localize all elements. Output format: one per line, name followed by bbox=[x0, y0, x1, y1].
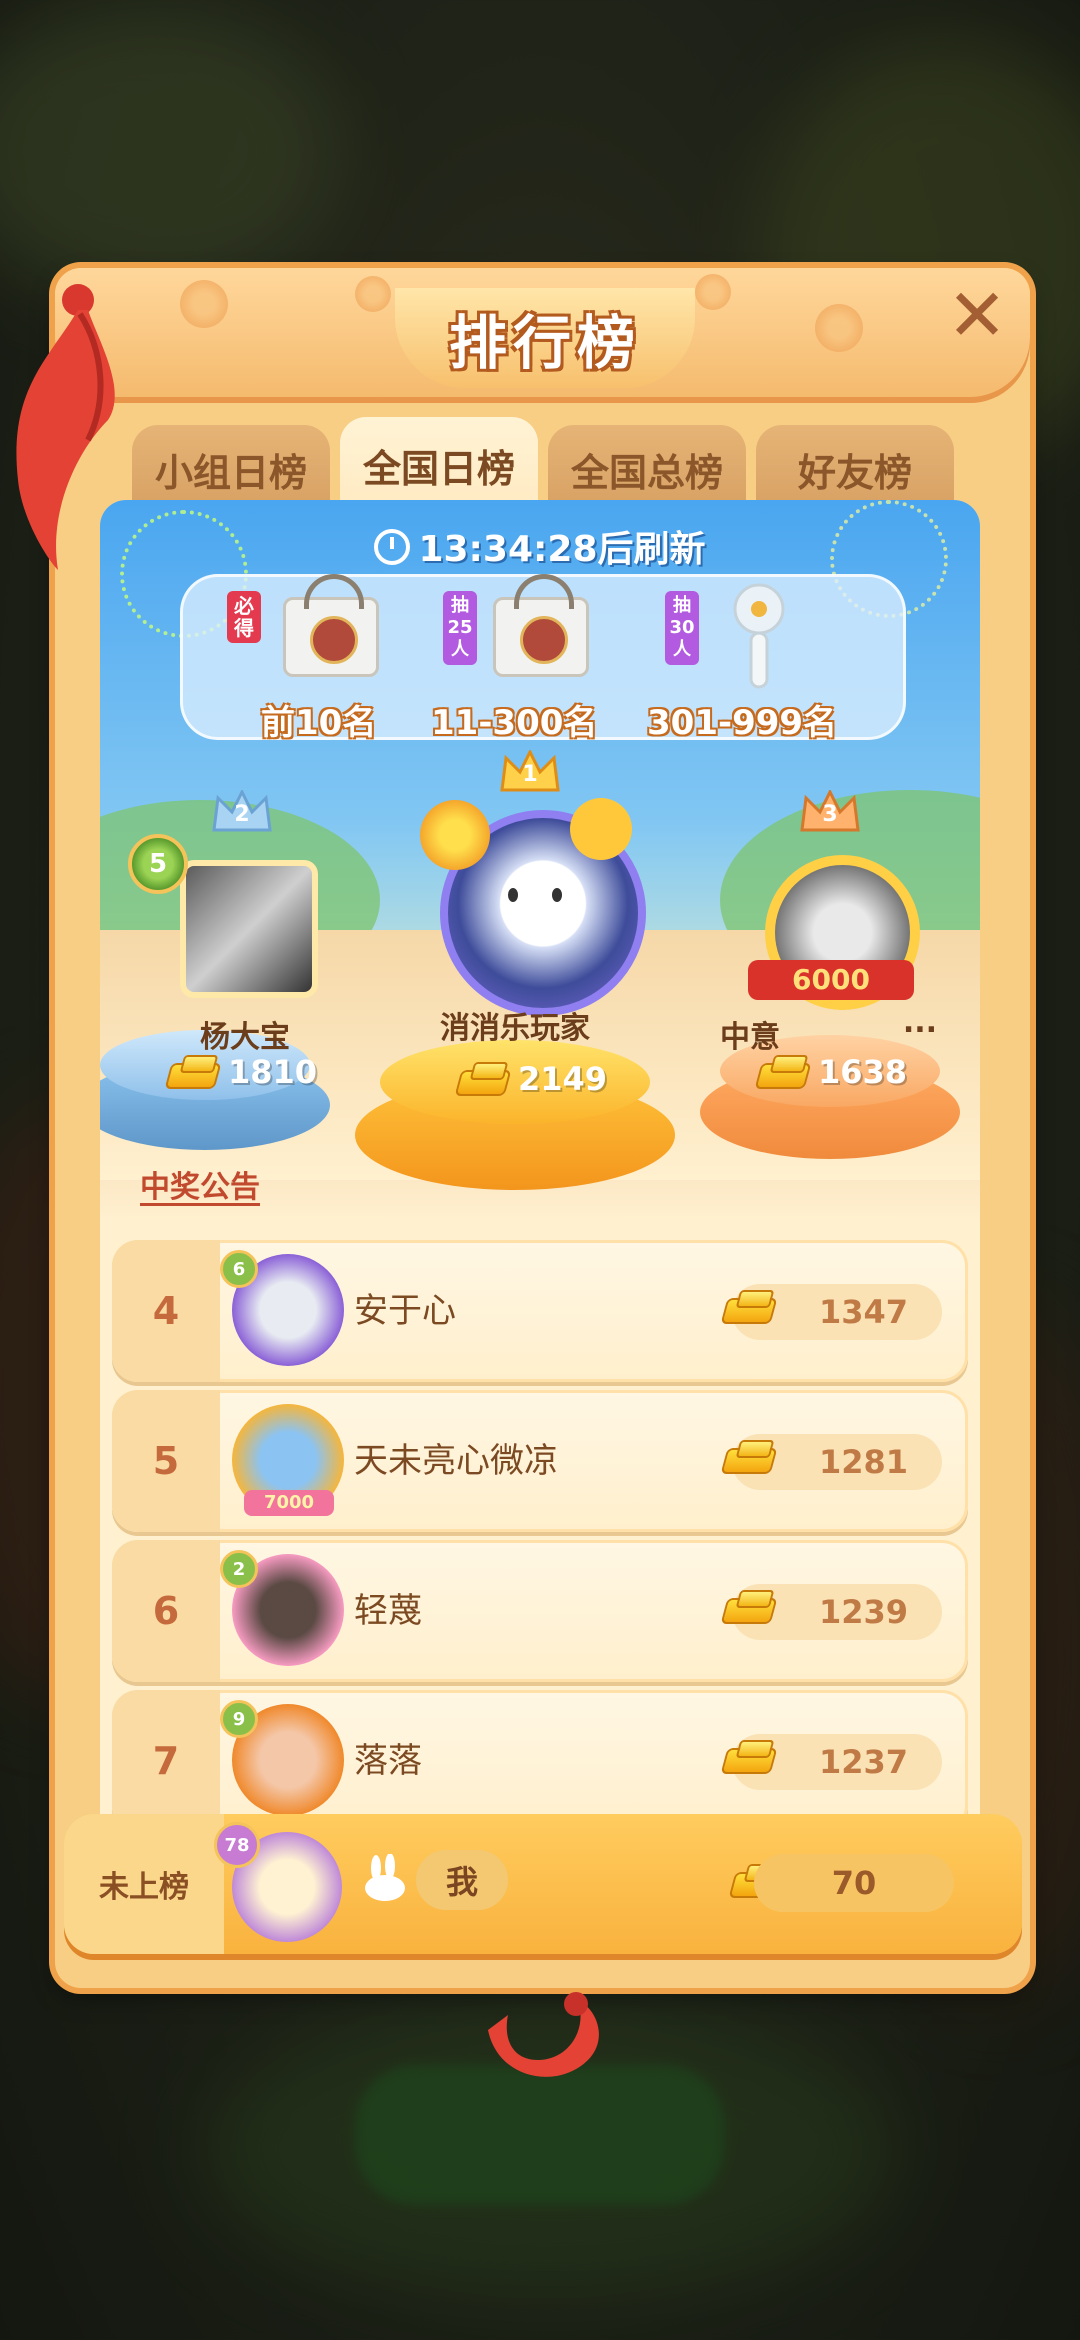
player-name: 天未亮心微凉 bbox=[354, 1441, 558, 1481]
player-name: 落落 bbox=[354, 1741, 422, 1781]
panel-title: 排行榜 bbox=[448, 309, 641, 377]
avatar-frame-label: 6000 bbox=[748, 960, 914, 1000]
score-value: 2149 bbox=[518, 1060, 608, 1098]
avatar[interactable] bbox=[180, 860, 318, 998]
podium-second-name[interactable]: 杨大宝 bbox=[120, 1012, 370, 1056]
leaderboard-content: 13:34:28后刷新 必得 前10名 抽25人 11-300名 抽30人 30… bbox=[100, 500, 980, 1940]
flower-decoration-icon bbox=[355, 276, 391, 312]
prize-tag: 抽25人 bbox=[443, 591, 477, 665]
timer-time: 13:34:28 bbox=[418, 529, 598, 570]
announcement-link[interactable]: 中奖公告 bbox=[140, 1162, 260, 1206]
tab-national-daily[interactable]: 全国日榜 bbox=[340, 417, 538, 513]
prize-item[interactable]: 抽25人 11-300名 bbox=[431, 574, 633, 743]
prize-label: 301-999名 bbox=[647, 703, 838, 743]
score-value: 1638 bbox=[818, 1053, 908, 1091]
level-badge: 5 bbox=[128, 834, 188, 894]
gold-bar-icon bbox=[724, 1742, 774, 1772]
flower-decoration-icon bbox=[420, 800, 490, 870]
timer-suffix: 后刷新 bbox=[597, 529, 706, 570]
gold-bar-icon bbox=[724, 1592, 774, 1622]
podium-rank: 3 bbox=[822, 802, 838, 827]
prize-tag: 抽30人 bbox=[665, 591, 699, 665]
flower-decoration-icon bbox=[695, 274, 731, 310]
avatar-frame-label: 7000 bbox=[244, 1490, 334, 1516]
close-button[interactable]: ✕ bbox=[942, 273, 1012, 357]
flower-decoration-icon bbox=[180, 280, 228, 328]
tote-bag-icon bbox=[283, 574, 379, 677]
podium-first-name[interactable]: 消消乐玩家 bbox=[380, 1003, 650, 1047]
table-row[interactable]: 6 2 轻蔑 1239 bbox=[112, 1540, 968, 1682]
level-badge: 2 bbox=[220, 1550, 258, 1588]
prize-panel[interactable]: 必得 前10名 抽25人 11-300名 抽30人 301-999名 bbox=[180, 574, 906, 743]
flower-decoration-icon bbox=[815, 304, 863, 352]
prize-label: 11-300名 bbox=[431, 703, 598, 743]
prize-item[interactable]: 抽30人 301-999名 bbox=[647, 577, 883, 743]
prize-item[interactable]: 必得 前10名 bbox=[213, 574, 413, 743]
prize-tag: 必得 bbox=[227, 591, 261, 643]
level-badge: 78 bbox=[214, 1822, 260, 1868]
podium-rank: 2 bbox=[234, 802, 250, 827]
podium-third-score: 1638 bbox=[758, 1053, 907, 1091]
rank-number: 4 bbox=[112, 1240, 220, 1382]
gold-bar-icon bbox=[758, 1057, 808, 1087]
title-plate: 排行榜 bbox=[395, 288, 695, 388]
podium-third-name-suffix: ... bbox=[902, 1005, 938, 1040]
gold-bar-icon bbox=[458, 1064, 508, 1094]
score-value: 1810 bbox=[228, 1053, 318, 1091]
level-badge: 6 bbox=[220, 1250, 258, 1288]
table-row[interactable]: 5 7000 天未亮心微凉 1281 bbox=[112, 1390, 968, 1532]
my-score: 70 bbox=[754, 1854, 954, 1912]
my-rank-bar[interactable]: 未上榜 78 我 70 bbox=[64, 1814, 1022, 1954]
podium-first-score: 2149 bbox=[458, 1060, 607, 1098]
my-name: 我 bbox=[416, 1850, 508, 1910]
table-row[interactable]: 7 9 落落 1237 bbox=[112, 1690, 968, 1832]
gold-bar-icon bbox=[724, 1442, 774, 1472]
tote-bag-icon bbox=[493, 574, 589, 677]
rabbit-icon bbox=[365, 1854, 405, 1901]
podium-rank: 1 bbox=[522, 762, 538, 787]
my-rank-label: 未上榜 bbox=[64, 1814, 224, 1954]
gold-bar-icon bbox=[724, 1292, 774, 1322]
table-row[interactable]: 4 6 安于心 1347 bbox=[112, 1240, 968, 1382]
clock-icon bbox=[374, 529, 411, 565]
gold-bar-icon bbox=[168, 1057, 218, 1087]
prize-label: 前10名 bbox=[261, 703, 377, 743]
avatar-eye bbox=[508, 888, 518, 902]
avatar-eye bbox=[552, 888, 562, 902]
rank-number: 6 bbox=[112, 1540, 220, 1682]
sun-decoration-icon bbox=[570, 798, 632, 860]
panel-header: 排行榜 ✕ bbox=[55, 268, 1030, 403]
close-icon: ✕ bbox=[946, 273, 1008, 357]
rank-number: 5 bbox=[112, 1390, 220, 1532]
ribbon-decoration-icon bbox=[488, 1992, 599, 2077]
level-badge: 9 bbox=[220, 1700, 258, 1738]
refresh-timer: 13:34:28后刷新 bbox=[100, 520, 980, 572]
handheld-fan-icon bbox=[733, 583, 785, 689]
rank-number: 7 bbox=[112, 1690, 220, 1832]
player-name: 轻蔑 bbox=[354, 1591, 422, 1631]
player-name: 安于心 bbox=[354, 1291, 456, 1331]
podium-third-name[interactable]: 中意 bbox=[720, 1012, 780, 1056]
podium-second-score: 1810 bbox=[168, 1053, 317, 1091]
